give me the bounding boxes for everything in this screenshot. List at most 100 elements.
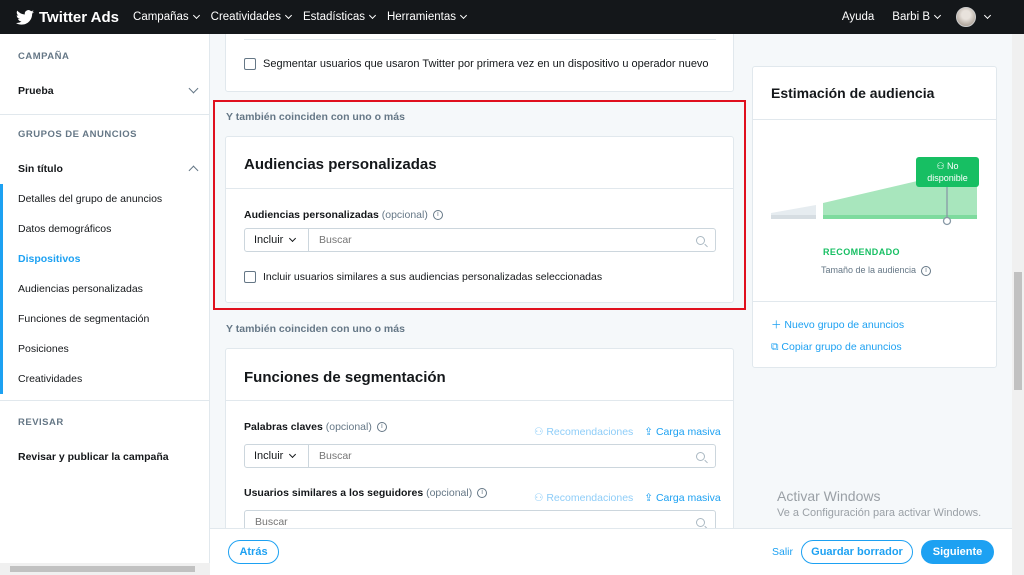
divider xyxy=(753,301,996,302)
gauge-low-bar xyxy=(771,215,816,219)
new-ad-group-label: Nuevo grupo de anuncios xyxy=(784,319,905,331)
user-name: Barbi B xyxy=(892,11,930,23)
back-button[interactable]: Atrás xyxy=(228,540,279,564)
sidebar-item-custom-audiences[interactable]: Audiencias personalizadas xyxy=(18,283,143,295)
keywords-search-row: Incluir xyxy=(244,444,716,468)
copy-ad-group-label: Copiar grupo de anuncios xyxy=(781,341,902,353)
chevron-down-icon xyxy=(284,11,293,20)
user-menu[interactable]: Barbi B xyxy=(892,11,942,23)
plus-icon: ＋ xyxy=(771,319,785,331)
scrollbar-thumb[interactable] xyxy=(1014,272,1022,390)
horizontal-scrollbar[interactable] xyxy=(0,563,210,575)
chevron-down-icon[interactable] xyxy=(983,11,992,20)
chevron-up-icon[interactable] xyxy=(188,165,199,176)
keywords-actions: ⚇ Recomendaciones ⇪ Carga masiva xyxy=(534,426,721,438)
top-right-menu: Ayuda Barbi B xyxy=(842,0,992,34)
keywords-search-input[interactable] xyxy=(309,445,715,467)
nav-campaigns-label: Campañas xyxy=(133,11,189,23)
sidebar-item-ad-group-details[interactable]: Detalles del grupo de anuncios xyxy=(18,193,162,205)
search-icon xyxy=(696,452,705,461)
new-ad-group-link[interactable]: ＋ Nuevo grupo de anuncios xyxy=(771,317,904,332)
highlight-box xyxy=(213,100,746,310)
sidebar: CAMPAÑA Prueba GRUPOS DE ANUNCIOS Sin tí… xyxy=(0,34,210,563)
sidebar-item-creatives[interactable]: Creatividades xyxy=(18,373,82,385)
ad-groups-section-title: GRUPOS DE ANUNCIOS xyxy=(18,129,137,140)
chevron-down-icon xyxy=(933,11,942,20)
nav-creatives[interactable]: Creatividades xyxy=(210,11,293,23)
chevron-down-icon xyxy=(368,11,377,20)
optional-label: (opcional) xyxy=(426,487,473,499)
nav-creatives-label: Creatividades xyxy=(210,11,281,23)
audience-size-label: Tamaño de la audiencia i xyxy=(821,265,932,276)
bulk-upload-link[interactable]: ⇪ Carga masiva xyxy=(644,426,721,438)
gauge-recommended-bar xyxy=(823,215,977,219)
copy-ad-group-link[interactable]: ⧉ Copiar grupo de anuncios xyxy=(771,341,902,354)
help-link[interactable]: Ayuda xyxy=(842,11,874,23)
copy-icon: ⧉ xyxy=(771,341,782,353)
sidebar-item-targeting-features[interactable]: Funciones de segmentación xyxy=(18,313,149,325)
first-time-checkbox-row[interactable]: Segmentar usuarios que usaron Twitter po… xyxy=(244,58,709,71)
vertical-scrollbar[interactable] xyxy=(1012,34,1024,575)
info-icon[interactable]: i xyxy=(477,488,488,499)
devices-card: Segmentar usuarios que usaron Twitter po… xyxy=(225,34,734,92)
info-icon[interactable]: i xyxy=(921,265,932,276)
followers-search-row xyxy=(244,510,716,528)
divider xyxy=(753,119,996,120)
divider xyxy=(244,39,716,40)
chevron-down-icon xyxy=(289,450,297,459)
active-section-bar xyxy=(0,184,3,394)
exit-link[interactable]: Salir xyxy=(772,546,793,558)
include-select[interactable]: Incluir xyxy=(245,445,309,467)
next-button[interactable]: Siguiente xyxy=(921,540,994,564)
search-icon xyxy=(696,518,705,527)
followers-actions: ⚇ Recomendaciones ⇪ Carga masiva xyxy=(534,492,721,504)
first-time-checkbox[interactable] xyxy=(244,58,256,71)
nav-campaigns[interactable]: Campañas xyxy=(133,11,200,23)
recommendations-link[interactable]: ⚇ Recomendaciones xyxy=(534,426,633,438)
recommendations-link[interactable]: ⚇ Recomendaciones xyxy=(534,492,633,504)
scrollbar-thumb[interactable] xyxy=(10,566,195,572)
optional-label: (opcional) xyxy=(325,421,372,433)
sidebar-item-placements[interactable]: Posiciones xyxy=(18,343,69,355)
gauge-marker-dot xyxy=(942,216,952,226)
audience-estimate-title: Estimación de audiencia xyxy=(771,85,935,101)
sidebar-item-review-publish[interactable]: Revisar y publicar la campaña xyxy=(18,451,169,463)
first-time-checkbox-label: Segmentar usuarios que usaron Twitter po… xyxy=(263,58,709,70)
divider xyxy=(0,400,210,401)
nav-tools[interactable]: Herramientas xyxy=(386,11,468,23)
also-match-label: Y también coinciden con uno o más xyxy=(226,323,405,335)
ad-group-name[interactable]: Sin título xyxy=(18,163,63,175)
targeting-features-title: Funciones de segmentación xyxy=(244,369,446,386)
save-draft-button[interactable]: Guardar borrador xyxy=(801,540,913,564)
nav-tools-label: Herramientas xyxy=(386,11,456,23)
followers-field-label: Usuarios similares a los seguidores (opc… xyxy=(244,487,488,499)
twitter-ads-logo[interactable]: Twitter Ads xyxy=(16,9,119,26)
audience-size-text: Tamaño de la audiencia xyxy=(821,265,917,275)
badge-line1: No xyxy=(947,161,959,171)
twitter-bird-icon xyxy=(16,9,34,25)
top-navigation-bar: Twitter Ads Campañas Creatividades Estad… xyxy=(0,0,1024,34)
recommendations-label: Recomendaciones xyxy=(546,426,634,438)
info-icon[interactable]: i xyxy=(376,422,387,433)
bulk-upload-link[interactable]: ⇪ Carga masiva xyxy=(644,492,721,504)
include-label: Incluir xyxy=(254,450,284,462)
bulk-upload-label: Carga masiva xyxy=(655,426,721,438)
badge-line2: disponible xyxy=(927,173,968,183)
chevron-down-icon xyxy=(459,11,468,20)
campaign-section-title: CAMPAÑA xyxy=(18,51,70,62)
windows-activation-text: Ve a Configuración para activar Windows. xyxy=(777,507,982,519)
avatar[interactable] xyxy=(956,7,976,27)
chevron-down-icon xyxy=(192,11,200,20)
divider xyxy=(0,114,210,115)
nav-statistics[interactable]: Estadísticas xyxy=(303,11,377,23)
followers-search-input[interactable] xyxy=(245,511,715,528)
divider xyxy=(226,400,733,401)
sidebar-item-demographics[interactable]: Datos demográficos xyxy=(18,223,111,235)
sidebar-item-devices[interactable]: Dispositivos xyxy=(18,253,80,265)
chevron-down-icon[interactable] xyxy=(188,83,199,94)
brand-label: Twitter Ads xyxy=(39,8,120,26)
followers-label: Usuarios similares a los seguidores xyxy=(244,487,424,499)
gauge-low-area xyxy=(771,205,816,215)
bulk-upload-label: Carga masiva xyxy=(655,492,721,504)
campaign-name[interactable]: Prueba xyxy=(18,85,54,97)
